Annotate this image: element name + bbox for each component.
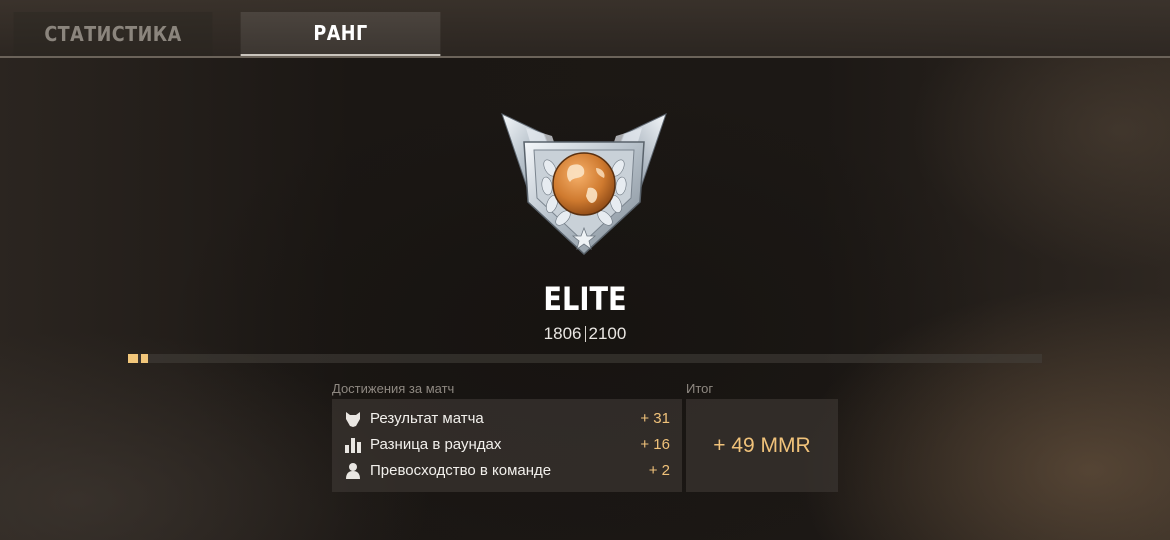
wolf-head-icon (346, 412, 360, 427)
achievement-value: + 31 (640, 410, 670, 427)
elite-rank-emblem-icon (501, 113, 667, 256)
tab-statistics[interactable]: СТАТИСТИКА (13, 12, 213, 56)
achievements-header: Достижения за матч (332, 381, 455, 396)
bar-chart-icon (345, 438, 361, 453)
achievement-row: Разница в раундах + 16 (332, 432, 682, 458)
rank-points: 1806 2100 (0, 324, 1170, 344)
rank-screen: СТАТИСТИКА РАНГ ELITE 1806 2100 Достижен… (0, 0, 1170, 540)
achievement-label: Результат матча (370, 410, 484, 427)
points-separator (584, 326, 586, 342)
total-panel: + 49 MMR (686, 399, 838, 492)
achievement-label: Превосходство в команде (370, 462, 552, 479)
achievement-value: + 2 (648, 462, 670, 479)
total-header: Итог (686, 381, 714, 396)
achievement-value: + 16 (640, 436, 670, 453)
rank-name: ELITE (543, 280, 627, 318)
tab-bar: СТАТИСТИКА РАНГ (0, 0, 1170, 58)
rank-progress-bar (128, 354, 1042, 363)
person-icon (346, 463, 360, 479)
tab-rank[interactable]: РАНГ (240, 12, 441, 56)
progress-fill (128, 354, 138, 363)
achievement-row: Результат матча + 31 (332, 406, 682, 432)
achievement-label: Разница в раундах (370, 436, 502, 453)
next-rank-points: 2100 (588, 324, 627, 343)
progress-gain-fill (141, 354, 148, 363)
current-points: 1806 (543, 324, 582, 343)
total-mmr-value: + 49 MMR (713, 433, 811, 457)
achievement-row: Превосходство в команде + 2 (332, 458, 682, 484)
achievements-panel: Результат матча + 31 Разница в раундах +… (332, 399, 682, 492)
